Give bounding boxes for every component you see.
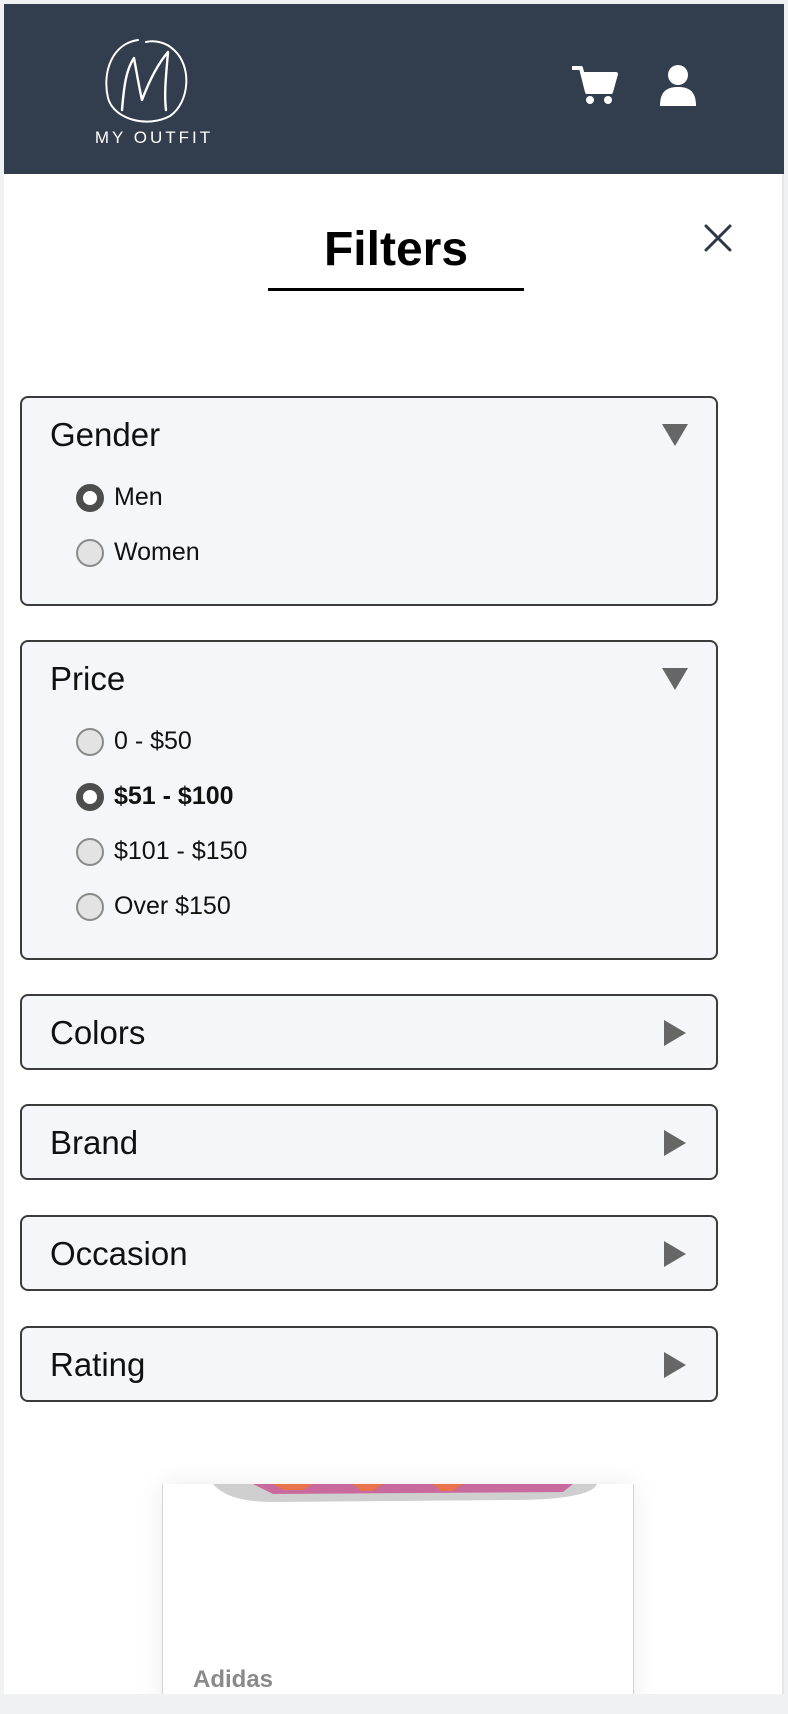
- filter-colors-header[interactable]: Colors: [22, 996, 716, 1068]
- option-men[interactable]: Men: [76, 470, 716, 525]
- radio-price-0-50[interactable]: [76, 727, 104, 756]
- caret-right-icon: [664, 1020, 686, 1046]
- caret-right-icon: [664, 1130, 686, 1156]
- cart-button[interactable]: [571, 64, 620, 112]
- filter-gender-label: Gender: [50, 416, 161, 453]
- option-price-0-50[interactable]: 0 - $50: [76, 714, 716, 769]
- filter-rating-label: Rating: [50, 1346, 146, 1383]
- gender-options: Men Women: [22, 470, 716, 590]
- radio-women[interactable]: [76, 538, 104, 567]
- option-label: $51 - $100: [114, 782, 234, 810]
- filter-brand: Brand: [20, 1104, 718, 1180]
- filter-occasion-label: Occasion: [50, 1235, 188, 1272]
- filter-colors-label: Colors: [50, 1014, 146, 1051]
- top-navbar: MY OUTFIT: [4, 4, 784, 174]
- filter-gender: Gender Men Women: [20, 396, 718, 606]
- user-icon: [660, 65, 696, 106]
- filter-price-label: Price: [50, 660, 126, 697]
- option-price-51-100[interactable]: $51 - $100: [76, 769, 716, 824]
- filter-brand-header[interactable]: Brand: [22, 1106, 716, 1178]
- option-price-101-150[interactable]: $101 - $150: [76, 824, 716, 879]
- option-label: Men: [114, 483, 163, 511]
- caret-down-icon: [662, 668, 688, 690]
- filter-colors: Colors: [20, 994, 718, 1070]
- filter-rating: Rating: [20, 1326, 718, 1402]
- product-image[interactable]: [213, 1484, 597, 1504]
- option-label: Over $150: [114, 892, 231, 920]
- filter-brand-label: Brand: [50, 1124, 139, 1161]
- logo-mark-icon: [105, 39, 188, 123]
- option-label: 0 - $50: [114, 727, 192, 755]
- radio-price-51-100[interactable]: [76, 782, 104, 811]
- filter-price-header[interactable]: Price: [22, 642, 716, 714]
- radio-price-over-150[interactable]: [76, 892, 104, 921]
- filters-heading: Filters: [268, 226, 524, 291]
- option-label: $101 - $150: [114, 837, 248, 865]
- close-filters-button[interactable]: [698, 218, 738, 258]
- filter-occasion: Occasion: [20, 1215, 718, 1291]
- cart-icon: [571, 66, 618, 104]
- caret-down-icon: [662, 424, 688, 446]
- radio-price-101-150[interactable]: [76, 837, 104, 866]
- account-button[interactable]: [658, 64, 706, 112]
- caret-right-icon: [664, 1352, 686, 1378]
- filter-gender-header[interactable]: Gender: [22, 398, 716, 470]
- filter-price: Price 0 - $50 $51 - $100 $101 - $150 Ove…: [20, 640, 718, 960]
- product-card[interactable]: Adidas: [162, 1484, 634, 1694]
- divider: [782, 174, 784, 1694]
- filter-rating-header[interactable]: Rating: [22, 1328, 716, 1400]
- option-label: Women: [114, 538, 200, 566]
- radio-men[interactable]: [76, 483, 104, 512]
- logo-text: MY OUTFIT: [94, 128, 214, 147]
- option-price-over-150[interactable]: Over $150: [76, 879, 716, 934]
- product-brand: Adidas: [193, 1666, 274, 1693]
- brand-logo[interactable]: MY OUTFIT: [84, 32, 224, 152]
- page-title: Filters: [268, 226, 524, 291]
- caret-right-icon: [664, 1241, 686, 1267]
- app-frame: MY OUTFIT Filters Gender Men Women Price…: [4, 4, 784, 1694]
- close-icon: [704, 224, 732, 252]
- option-women[interactable]: Women: [76, 525, 716, 580]
- filter-occasion-header[interactable]: Occasion: [22, 1217, 716, 1289]
- price-options: 0 - $50 $51 - $100 $101 - $150 Over $150: [22, 714, 716, 944]
